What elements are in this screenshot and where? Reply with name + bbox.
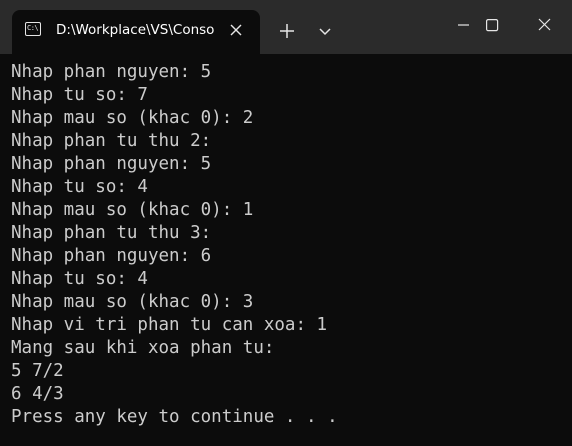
terminal-icon: C:\: [25, 22, 41, 36]
console-line: Nhap tu so: 7: [11, 85, 148, 105]
console-line: Nhap phan tu thu 3:: [11, 223, 212, 243]
terminal-icon-text: C:\: [27, 24, 39, 32]
console-line: Nhap mau so (khac 0): 2: [11, 108, 254, 128]
console-line: Mang sau khi xoa phan tu:: [11, 338, 275, 358]
chevron-down-icon: [319, 28, 331, 36]
close-window-button[interactable]: [526, 0, 572, 48]
console-line: Nhap mau so (khac 0): 1: [11, 200, 254, 220]
console-line: Nhap phan tu thu 2:: [11, 131, 212, 151]
title-bar[interactable]: C:\ D:\Workplace\VS\Console: [0, 0, 572, 54]
close-icon: [230, 24, 242, 36]
console-line: Nhap phan nguyen: 5: [11, 62, 212, 82]
tab-title: D:\Workplace\VS\Console: [56, 22, 214, 38]
maximize-icon: [486, 19, 499, 32]
plus-icon: [280, 24, 294, 38]
new-tab-button[interactable]: [276, 20, 298, 42]
console-line: Press any key to continue . . .: [11, 407, 338, 427]
console-output[interactable]: Nhap phan nguyen: 5 Nhap tu so: 7 Nhap m…: [11, 61, 565, 441]
minimize-icon: [458, 24, 469, 26]
console-line: Nhap tu so: 4: [11, 269, 148, 289]
console-line: Nhap tu so: 4: [11, 177, 148, 197]
tab-console[interactable]: C:\ D:\Workplace\VS\Console: [12, 10, 260, 54]
console-line: Nhap phan nguyen: 6: [11, 246, 212, 266]
terminal-window: C:\ D:\Workplace\VS\Console Nhap phan ng…: [0, 0, 572, 446]
console-line: Nhap vi tri phan tu can xoa: 1: [11, 315, 328, 335]
console-line: 6 4/3: [11, 384, 64, 404]
tab-dropdown-button[interactable]: [314, 20, 336, 42]
console-line: Nhap phan nguyen: 5: [11, 154, 212, 174]
console-line: Nhap mau so (khac 0): 3: [11, 292, 254, 312]
console-line: 5 7/2: [11, 361, 64, 381]
close-icon: [538, 18, 551, 31]
close-tab-button[interactable]: [226, 20, 246, 40]
minimize-button[interactable]: [440, 0, 486, 48]
